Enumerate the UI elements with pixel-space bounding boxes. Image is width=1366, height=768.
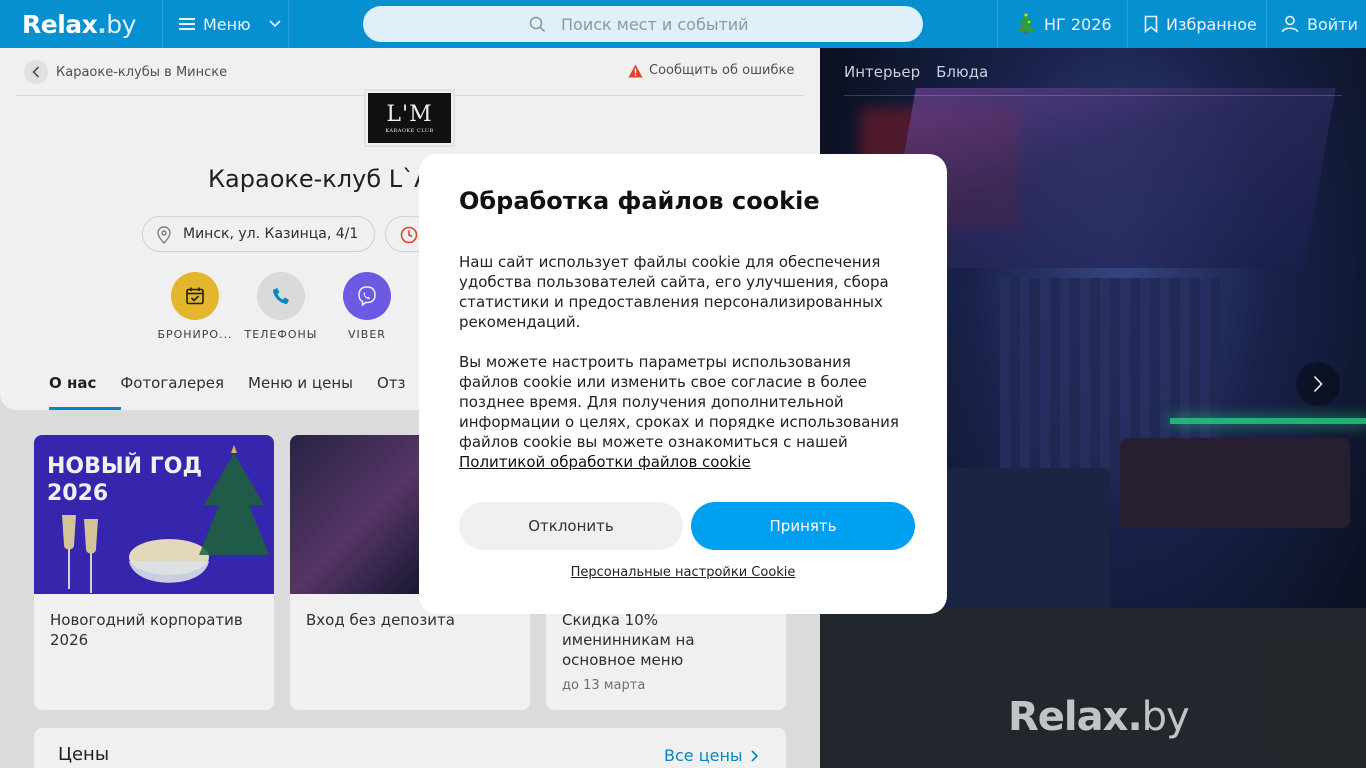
cookie-paragraph-1: Наш сайт использует файлы cookie для обе…: [459, 253, 889, 331]
menu-button[interactable]: Меню: [162, 0, 289, 48]
cookie-paragraph-2: Вы можете настроить параметры использова…: [459, 352, 907, 472]
menu-label: Меню: [203, 14, 251, 34]
site-logo[interactable]: Relax. by: [22, 8, 136, 40]
cookie-dialog-title: Обработка файлов cookie: [459, 187, 820, 215]
new-year-link[interactable]: НГ 2026: [997, 0, 1127, 48]
favorites-link[interactable]: Избранное: [1127, 0, 1266, 48]
cookie-buttons: Отклонить Принять: [459, 502, 915, 550]
cookie-personal-settings-link[interactable]: Персональные настройки Cookie: [419, 565, 947, 580]
search-input[interactable]: Поиск мест и событий: [363, 6, 923, 42]
cookie-dialog: Обработка файлов cookie Наш сайт использ…: [419, 154, 947, 614]
search-icon: [529, 16, 546, 33]
cookie-policy-link[interactable]: Политикой обработки файлов cookie: [459, 453, 751, 471]
decline-button[interactable]: Отклонить: [459, 502, 683, 550]
new-year-label: НГ 2026: [1044, 14, 1112, 34]
christmas-tree-icon: [1017, 13, 1035, 34]
login-label: Войти: [1307, 14, 1358, 34]
search-placeholder: Поиск мест и событий: [561, 14, 749, 34]
hamburger-icon: [179, 18, 195, 30]
accept-button[interactable]: Принять: [691, 502, 915, 550]
top-header: Relax. by Меню Поиск мест и событий НГ 20…: [0, 0, 1366, 48]
cookie-paragraph-2-text: Вы можете настроить параметры использова…: [459, 353, 899, 451]
bookmark-icon: [1144, 15, 1158, 33]
favorites-label: Избранное: [1166, 14, 1257, 34]
chevron-down-icon: [269, 20, 281, 28]
login-link[interactable]: Войти: [1266, 0, 1366, 48]
user-icon: [1281, 15, 1299, 33]
